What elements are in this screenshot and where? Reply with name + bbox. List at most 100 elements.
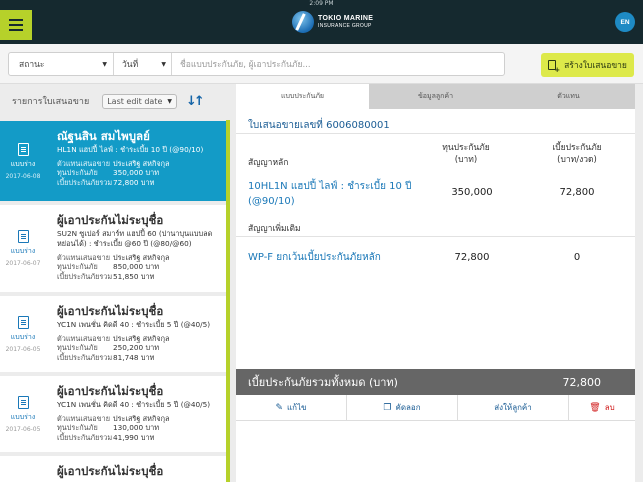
- top-bar: 2:09 PM TOKIO MARINE INSURANCE GROUP EN: [0, 0, 643, 44]
- main-sum-value: 350,000: [451, 187, 493, 198]
- item-agent-label: ตัวแทนเสนอขาย: [57, 334, 111, 343]
- status-dropdown[interactable]: สถานะ ▼: [9, 53, 114, 75]
- item-agent-label: ตัวแทนเสนอขาย: [57, 159, 111, 168]
- list-item[interactable]: แบบร่าง 2017-06-07 ผู้เอาประกันไม่ระบุชื…: [0, 205, 226, 292]
- status-dropdown-label: สถานะ: [19, 60, 45, 70]
- hamburger-icon-line: [9, 24, 23, 26]
- item-plan: SU2N ซูเปอร์ สมาร์ท แฮปปี้ 60 (ปานาบุนแบ…: [57, 229, 213, 248]
- item-name: ผู้เอาประกันไม่ระบุชื่อ: [57, 384, 164, 398]
- item-premium-label: เบี้ยประกันภัยรวม: [57, 432, 113, 442]
- send-to-customer-button[interactable]: ส่งให้ลูกค้า: [458, 395, 569, 420]
- list-item[interactable]: แบบร่าง 2017-06-08 ณัฐนสิน สมไพบูลย์ HL1…: [0, 121, 226, 201]
- draft-document-icon: [17, 315, 29, 329]
- proposal-number: ใบเสนอขายเลขที่ 6006080001: [236, 109, 635, 133]
- item-sum: 850,000 บาท: [113, 262, 160, 272]
- item-sum-label: ทุนประกันภัย: [57, 423, 98, 433]
- item-agent-label: ตัวแทนเสนอขาย: [57, 253, 111, 262]
- tab-agent[interactable]: ตัวแทน: [502, 84, 635, 109]
- proposal-detail-panel: แบบประกันภัย ข้อมูลลูกค้า ตัวแทน ใบเสนอข…: [236, 84, 635, 482]
- sort-dropdown[interactable]: Last edit date ▼: [102, 93, 177, 109]
- item-status: แบบร่าง: [10, 332, 36, 341]
- create-proposal-label: สร้างใบเสนอขาย: [564, 61, 627, 71]
- col-premium-header: เบี้ยประกันภัย (บาท/งวด): [552, 143, 602, 165]
- trash-icon: 🗑: [589, 402, 601, 413]
- col-sum-header: ทุนประกันภัย (บาท): [442, 143, 490, 165]
- list-scrollbar[interactable]: [226, 120, 230, 482]
- rider-label: สัญญาเพิ่มเติม: [248, 224, 301, 234]
- main-plan-name[interactable]: 10HL1N แฮปปี้ ไลฟ์ : ชำระเบี้ย 10 ปี (@9…: [248, 179, 443, 209]
- hamburger-icon-line: [9, 29, 23, 31]
- item-status: แบบร่าง: [10, 412, 36, 421]
- logo-line2: INSURANCE GROUP: [318, 23, 372, 29]
- item-sum: 250,200 บาท: [113, 343, 160, 353]
- item-sum: 130,000 บาท: [113, 423, 160, 433]
- list-item[interactable]: แบบร่าง 2017-06-05 ผู้เอาประกันไม่ระบุชื…: [0, 296, 226, 372]
- item-agent: ประเสริฐ สหกิจกุล: [113, 159, 170, 168]
- tab-customer[interactable]: ข้อมูลลูกค้า: [369, 84, 502, 109]
- divider: [236, 133, 635, 134]
- edit-button[interactable]: ✎ แก้ไข: [236, 395, 347, 420]
- create-proposal-button[interactable]: สร้างใบเสนอขาย: [541, 53, 634, 77]
- menu-button[interactable]: [0, 10, 32, 40]
- rider-sum-value: 72,800: [454, 252, 490, 263]
- item-date: 2017-06-05: [5, 425, 41, 433]
- item-sum-label: ทุนประกันภัย: [57, 168, 98, 178]
- new-document-icon: [548, 60, 560, 74]
- proposal-number-label: ใบเสนอขายเลขที่: [248, 120, 323, 131]
- item-premium: 72,800 บาท: [113, 177, 155, 187]
- tab-plan[interactable]: แบบประกันภัย: [236, 84, 369, 109]
- search-input[interactable]: ชื่อแบบประกันภัย, ผู้เอาประกันภัย...: [172, 57, 504, 71]
- list-title: รายการใบเสนอขาย: [12, 97, 90, 107]
- item-premium-label: เบี้ยประกันภัยรวม: [57, 271, 113, 281]
- rider-plan-name[interactable]: WP-F ยกเว้นเบี้ยประกันภัยหลัก: [248, 250, 443, 265]
- item-date: 2017-06-07: [5, 260, 41, 267]
- draft-document-icon: [17, 142, 29, 156]
- item-agent-label: ตัวแทนเสนอขาย: [57, 414, 111, 423]
- delete-label: ลบ: [604, 403, 615, 412]
- copy-button[interactable]: ❐ คัดลอก: [347, 395, 458, 420]
- item-premium-label: เบี้ยประกันภัยรวม: [57, 177, 113, 187]
- item-agent: ประเสริฐ สหกิจกุล: [113, 414, 170, 423]
- main-contract-label: สัญญาหลัก: [248, 158, 289, 168]
- item-premium: 41,990 บาท: [113, 432, 155, 442]
- item-agent: ประเสริฐ สหกิจกุล: [113, 253, 170, 262]
- rider-premium-value: 0: [573, 252, 581, 263]
- chevron-down-icon: ▼: [102, 60, 107, 68]
- item-plan: HL1N แฮปปี้ ไลฟ์ : ชำระเบี้ย 10 ปี (@90/…: [57, 145, 204, 154]
- total-premium-bar: เบี้ยประกันภัยรวมทั้งหมด (บาท) 72,800: [236, 369, 635, 395]
- date-dropdown-label: วันที่: [122, 60, 139, 70]
- status-bar-time: 2:09 PM: [309, 0, 334, 7]
- pencil-icon: ✎: [275, 402, 284, 413]
- chevron-down-icon: ▼: [167, 97, 172, 105]
- delete-button[interactable]: 🗑 ลบ: [569, 395, 635, 420]
- total-premium-value: 72,800: [562, 375, 602, 389]
- item-premium: 51,850 บาท: [113, 271, 155, 281]
- item-sum-label: ทุนประกันภัย: [57, 262, 98, 272]
- globe-icon: [292, 11, 314, 33]
- send-label: ส่งให้ลูกค้า: [494, 403, 532, 412]
- sort-label: Last edit date: [107, 96, 163, 106]
- list-item[interactable]: ผู้เอาประกันไม่ระบุชื่อ: [0, 456, 226, 482]
- logo-line1: TOKIO MARINE: [318, 15, 374, 22]
- company-logo: TOKIO MARINE INSURANCE GROUP: [292, 11, 373, 33]
- item-date: 2017-06-05: [5, 345, 41, 353]
- list-item[interactable]: แบบร่าง 2017-06-05 ผู้เอาประกันไม่ระบุชื…: [0, 376, 226, 452]
- sort-order-icon[interactable]: ↓↑: [186, 94, 205, 109]
- item-plan: YC1N เพนชั่น คิดดี 40 : ชำระเบี้ย 5 ปี (…: [57, 400, 211, 409]
- divider: [236, 236, 635, 237]
- item-premium-label: เบี้ยประกันภัยรวม: [57, 352, 113, 362]
- item-name: ผู้เอาประกันไม่ระบุชื่อ: [57, 464, 164, 478]
- item-date: 2017-06-08: [5, 172, 41, 180]
- item-status: แบบร่าง: [10, 159, 36, 168]
- item-name: ผู้เอาประกันไม่ระบุชื่อ: [57, 304, 164, 318]
- chevron-down-icon: ▼: [161, 60, 166, 68]
- item-sum-label: ทุนประกันภัย: [57, 343, 98, 353]
- item-name: ณัฐนสิน สมไพบูลย์: [57, 129, 150, 143]
- main-premium-value: 72,800: [559, 187, 595, 198]
- language-button[interactable]: EN: [615, 12, 635, 32]
- item-sum: 350,000 บาท: [113, 168, 160, 178]
- item-premium: 81,748 บาท: [113, 352, 155, 362]
- date-dropdown[interactable]: วันที่ ▼: [114, 53, 172, 75]
- copy-icon: ❐: [383, 402, 392, 413]
- proposal-list-panel: รายการใบเสนอขาย Last edit date ▼ ↓↑ แบบร…: [0, 84, 230, 482]
